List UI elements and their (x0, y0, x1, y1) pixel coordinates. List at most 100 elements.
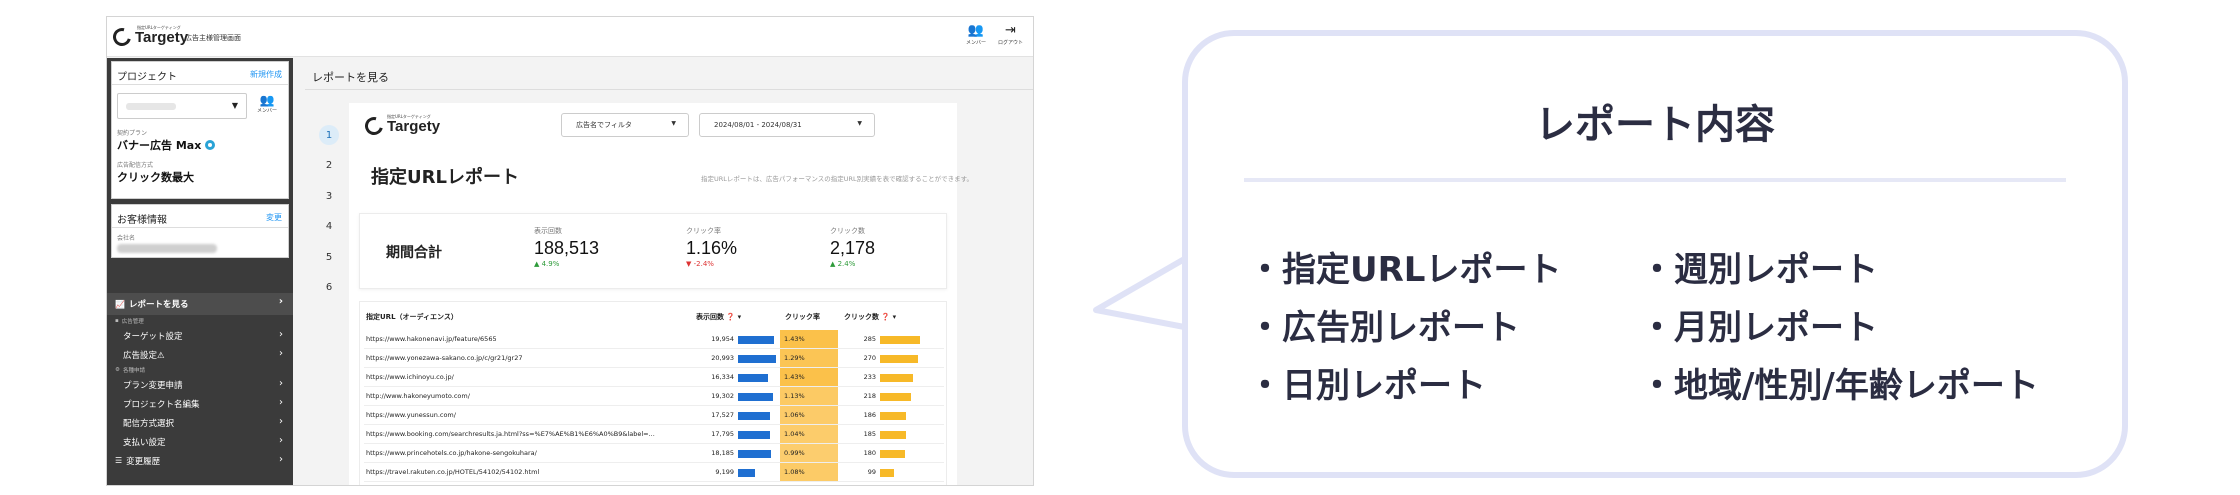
company-label: 会社名 (117, 235, 136, 242)
clicks-bar (880, 393, 911, 401)
period-summary: 期間合計 表示回数 188,513 ▲ 4.9% クリック率 1.16% ▼ -… (359, 213, 947, 289)
step-5[interactable]: 5 (319, 247, 339, 267)
clicks-cell: 285 (863, 335, 876, 343)
delivery-value: クリック数最大 (117, 171, 194, 184)
metric-impressions: 表示回数 188,513 ▲ 4.9% (534, 226, 599, 268)
project-select[interactable]: ▼ (117, 93, 247, 119)
table-row[interactable]: https://www.yunessun.com/17,527 1.06% 186 (360, 406, 946, 425)
nav-history-label: 変更履歴 (126, 456, 161, 467)
table-row[interactable]: https://www.hakonenavi.jp/feature/6565 19… (360, 330, 946, 349)
column-header-impressions[interactable]: 表示回数 ❓ ▾ (696, 312, 741, 322)
nav-project-rename[interactable]: プロジェクト名編集 › (107, 394, 293, 413)
step-1[interactable]: 1 (319, 125, 339, 145)
step-4[interactable]: 4 (319, 217, 339, 237)
impressions-bar (738, 355, 776, 363)
row-divider (364, 481, 944, 482)
report-step-nav: 1 2 3 4 5 6 (319, 125, 345, 308)
chart-icon: 📈 (115, 299, 125, 309)
nav-group-apply-label: 各種申請 (122, 367, 145, 374)
logout-button[interactable]: ⇥ ログアウト (998, 23, 1023, 46)
info-icon[interactable] (205, 140, 216, 150)
report-brand-tagline: 指定URLターゲティング (387, 114, 431, 119)
report-brand-name: Targety (387, 117, 441, 135)
list-icon: ☰ (115, 456, 123, 465)
nav-delivery-select-label: 配信方式選択 (123, 418, 175, 429)
logout-icon: ⇥ (1005, 23, 1016, 38)
divider (1244, 178, 2066, 182)
table-row[interactable]: http://www.hakoneyumoto.com/19,302 1.13% 2… (360, 387, 946, 406)
chevron-right-icon: › (279, 348, 283, 359)
divider (112, 84, 288, 85)
url-cell: http://www.hakoneyumoto.com/ (366, 392, 470, 400)
plan-value-text: バナー広告 Max (117, 139, 202, 152)
admin-screenshot: 指定URLターゲティング Targety 広告主様管理画面 👥 メンバー ⇥ ロ… (106, 16, 1034, 486)
table-row[interactable]: https://www.booking.com/searchresults.ja… (360, 425, 946, 444)
table-row[interactable]: https://travel.rakuten.co.jp/HOTEL/54102… (360, 463, 946, 482)
date-range-picker[interactable]: 2024/08/01 - 2024/08/31 ▼ (699, 113, 875, 137)
nav-plan-change[interactable]: プラン変更申請 › (107, 375, 293, 394)
brand-tagline: 指定URLターゲティング (137, 25, 181, 30)
nav-target[interactable]: ターゲット設定 › (107, 326, 293, 345)
customer-change-link[interactable]: 変更 (266, 212, 282, 223)
sidebar: プロジェクト 新規作成 ▼ 👥 メンバー 契約プラン バナー広告 Max 広告配… (107, 58, 293, 485)
impressions-bar (738, 431, 771, 439)
nav-delivery-select[interactable]: 配信方式選択 › (107, 413, 293, 432)
nav-ad-setting-label: 広告設定⚠ (123, 350, 165, 361)
ad-name-filter-label: 広告名でフィルタ (576, 121, 632, 129)
chevron-right-icon: › (279, 329, 283, 340)
impressions-cell: 18,185 (711, 449, 734, 457)
chevron-right-icon: › (279, 454, 283, 465)
step-6[interactable]: 6 (319, 278, 339, 298)
top-actions: 👥 メンバー ⇥ ログアウト (966, 23, 1023, 46)
blurred-company-name (117, 244, 217, 253)
impressions-cell: 17,527 (711, 411, 734, 419)
column-header-clicks[interactable]: クリック数 ❓ ▾ (844, 312, 896, 322)
step-2[interactable]: 2 (319, 156, 339, 176)
clicks-cell: 185 (863, 430, 876, 438)
nav-history[interactable]: ☰ 変更履歴 › (107, 451, 293, 470)
step-3[interactable]: 3 (319, 186, 339, 206)
new-project-link[interactable]: 新規作成 (250, 69, 282, 80)
brand-logo[interactable]: 指定URLターゲティング Targety (109, 24, 188, 50)
nav-ad-setting[interactable]: 広告設定⚠ › (107, 345, 293, 364)
clicks-bar (880, 469, 894, 477)
metric-clicks: クリック数 2,178 ▲ 2.4% (830, 226, 875, 268)
clicks-bar (880, 355, 918, 363)
divider (305, 89, 1033, 90)
table-row[interactable]: https://www.princehotels.co.jp/hakone-se… (360, 444, 946, 463)
table-row[interactable]: https://www.ichinoyu.co.jp/16,334 1.43% 23… (360, 368, 946, 387)
callout-title: レポート内容 (1535, 102, 1775, 148)
top-bar: 指定URLターゲティング Targety 広告主様管理画面 👥 メンバー ⇥ ロ… (107, 17, 1033, 57)
nav-group-ad: ▪ 広告管理 (107, 315, 293, 326)
list-item: ・月別レポート (1640, 308, 1878, 348)
targety-logo-icon (109, 24, 135, 50)
column-header-ctr[interactable]: クリック率 (785, 312, 820, 322)
clicks-cell: 218 (863, 392, 876, 400)
list-item: ・地域/性別/年齢レポート (1640, 366, 2039, 406)
list-item: ・広告別レポート (1248, 308, 1520, 348)
chevron-right-icon: › (279, 416, 283, 427)
plan-value: バナー広告 Max (117, 137, 216, 153)
caret-down-icon: ▼ (671, 120, 676, 127)
nav-report[interactable]: 📈 レポートを見る › (107, 293, 293, 315)
members-label: メンバー (965, 40, 986, 46)
metric-label: クリック数 (830, 227, 865, 235)
ctr-cell: 1.43% (780, 330, 838, 349)
nav-group-apply: ⚙ 各種申請 (107, 364, 293, 375)
members-button[interactable]: 👥 メンバー (966, 23, 986, 46)
nav-payment[interactable]: 支払い設定 › (107, 432, 293, 451)
column-header-url[interactable]: 指定URL（オーディエンス） (366, 312, 458, 322)
clicks-cell: 233 (863, 373, 876, 381)
url-cell: https://www.ichinoyu.co.jp/ (366, 373, 454, 381)
metric-label: 表示回数 (534, 227, 562, 235)
targety-logo-icon (361, 113, 387, 139)
ad-name-filter[interactable]: 広告名でフィルタ ▼ (561, 113, 689, 137)
project-members-button[interactable]: 👥 メンバー (252, 93, 282, 114)
ctr-cell: 1.13% (780, 387, 838, 406)
url-cell: https://www.princehotels.co.jp/hakone-se… (366, 449, 537, 457)
table-row[interactable]: https://www.yonezawa-sakano.co.jp/c/gr21… (360, 349, 946, 368)
customer-heading: お客様情報 (117, 215, 167, 226)
clicks-bar (880, 374, 913, 382)
impressions-cell: 19,954 (711, 335, 734, 343)
summary-label: 期間合計 (386, 245, 442, 261)
